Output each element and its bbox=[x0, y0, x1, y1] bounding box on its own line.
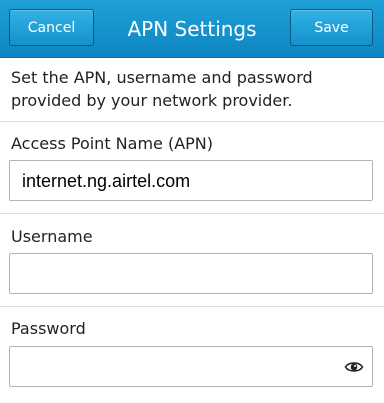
eye-icon[interactable] bbox=[344, 357, 364, 377]
divider bbox=[0, 213, 384, 214]
apn-settings-screen: Cancel APN Settings Save Set the APN, us… bbox=[0, 0, 384, 403]
username-label: Username bbox=[11, 227, 93, 246]
password-label: Password bbox=[11, 319, 86, 338]
apn-value: internet.ng.airtel.com bbox=[22, 171, 191, 191]
instructions-text: Set the APN, username and password provi… bbox=[11, 68, 313, 110]
page-title: APN Settings bbox=[127, 17, 257, 41]
cancel-button[interactable]: Cancel bbox=[9, 9, 94, 46]
apn-label: Access Point Name (APN) bbox=[11, 134, 214, 153]
save-button[interactable]: Save bbox=[290, 9, 373, 46]
password-field[interactable] bbox=[9, 346, 373, 387]
apn-field[interactable]: internet.ng.airtel.com bbox=[9, 160, 373, 201]
divider bbox=[0, 306, 384, 307]
title-bar: Cancel APN Settings Save bbox=[0, 0, 384, 58]
divider bbox=[0, 121, 384, 122]
username-field[interactable] bbox=[9, 253, 373, 294]
